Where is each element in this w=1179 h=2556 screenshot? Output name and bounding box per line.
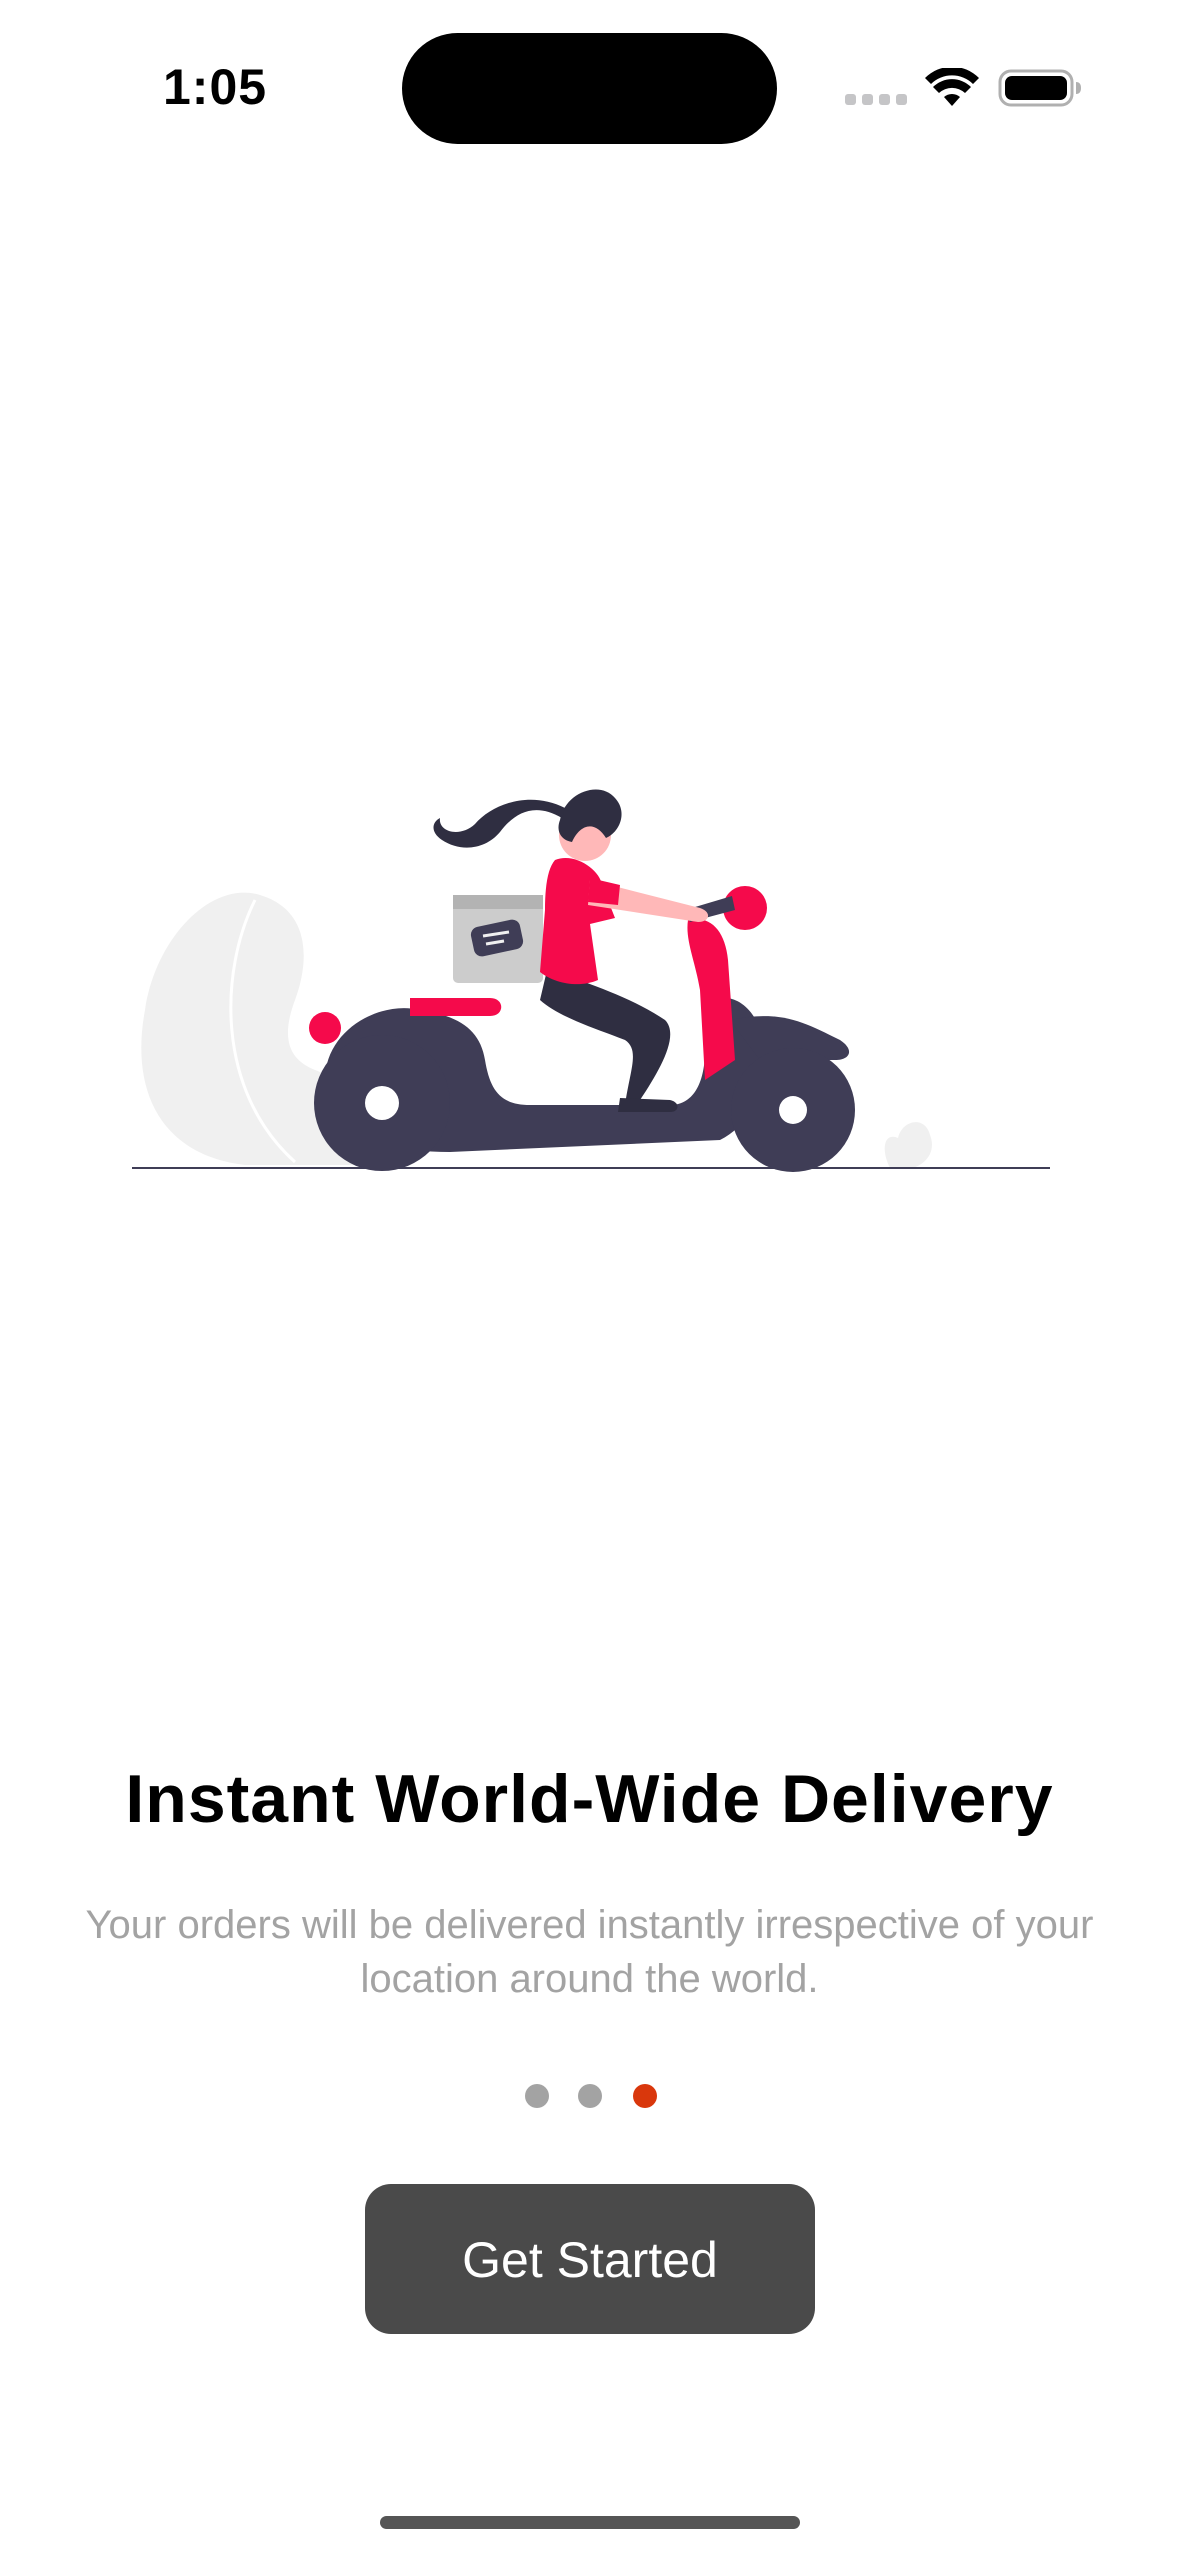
scooter-front-panel (687, 919, 735, 1080)
rider-legs (540, 966, 671, 1105)
tiny-plant-shape (884, 1122, 932, 1168)
rear-light (309, 1012, 341, 1044)
page-dot-2[interactable] (578, 2084, 602, 2108)
dynamic-island (402, 33, 777, 144)
home-indicator[interactable] (380, 2516, 800, 2529)
battery-icon (998, 69, 1081, 107)
onboarding-title: Instant World-Wide Delivery (125, 1761, 1054, 1837)
delivery-scooter-illustration (132, 789, 1050, 1172)
get-started-button[interactable]: Get Started (365, 2184, 815, 2334)
status-bar: 1:05 (0, 0, 1179, 170)
rider-ponytail (433, 799, 565, 848)
onboarding-subtitle: Your orders will be delivered instantly … (85, 1903, 1094, 2001)
page-dot-3-active[interactable] (633, 2084, 657, 2108)
cellular-signal-icon (845, 94, 907, 106)
wifi-icon (925, 68, 979, 106)
status-time: 1:05 (163, 59, 268, 115)
rider-torso (540, 858, 615, 985)
page-dot-1[interactable] (525, 2084, 549, 2108)
page-indicator[interactable] (0, 2084, 1179, 2108)
